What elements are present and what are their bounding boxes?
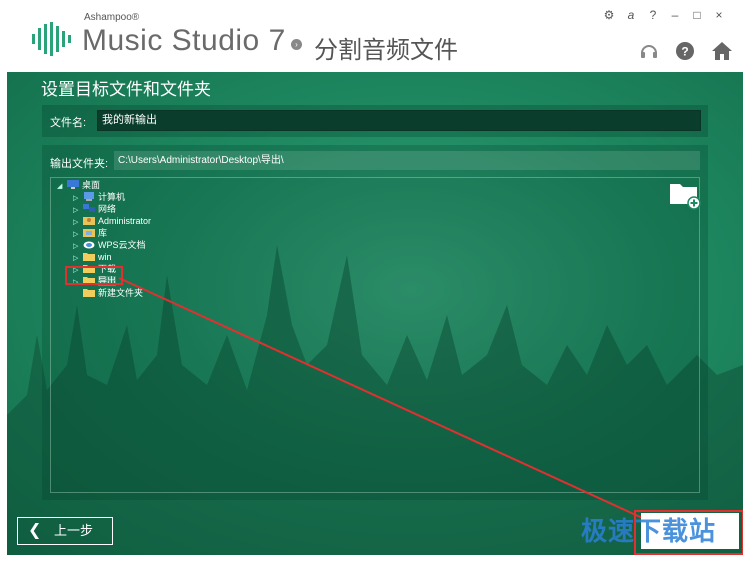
toolbar-icons: ? (638, 40, 734, 62)
settings-icon[interactable]: ⚙ (602, 8, 616, 22)
page-heading: 分割音频文件 (314, 37, 458, 64)
brand-vendor: Ashampoo® (84, 12, 140, 23)
title-bar: Ashampoo® Music Studio 7 › 分割音频文件 ⚙ a ? … (0, 0, 750, 72)
help-icon[interactable]: ? (674, 40, 696, 62)
maximize-button[interactable]: □ (690, 8, 704, 22)
headset-support-icon[interactable] (638, 40, 660, 62)
chevron-right-icon: › (291, 39, 302, 50)
svg-text:?: ? (681, 45, 688, 59)
close-button[interactable]: × (712, 8, 726, 22)
app-title: Music Studio 7 (82, 24, 286, 57)
back-button-label: 上一步 (54, 523, 94, 538)
watermark-text: 极速下载站 (581, 516, 717, 546)
main-panel: 设置目标文件和文件夹 文件名: 我的新输出 输出文件夹: C:\Users\Ad… (7, 72, 743, 555)
font-icon[interactable]: a (624, 8, 638, 22)
home-icon[interactable] (710, 40, 734, 62)
window-controls: ⚙ a ? – □ × (602, 8, 726, 22)
help-small-icon[interactable]: ? (646, 8, 660, 22)
minimize-button[interactable]: – (668, 8, 682, 22)
annotation-arrow (118, 277, 667, 530)
music-studio-logo-icon (32, 22, 71, 56)
chevron-left-icon: ❮ (28, 522, 42, 539)
back-button[interactable]: ❮ 上一步 (17, 517, 113, 545)
